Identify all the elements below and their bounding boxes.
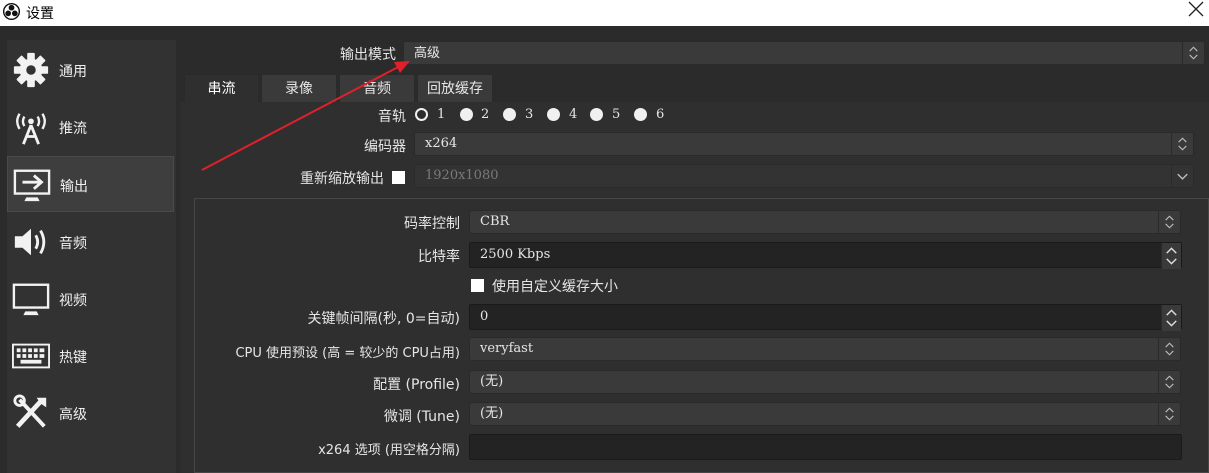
audio-track-radio-4[interactable] [547,108,560,121]
sidebar-item-label: 高级 [59,407,87,423]
updown-arrow-icon [1171,133,1187,155]
audio-track-option: 1 [437,107,446,122]
tune-select[interactable]: (无) [469,402,1181,426]
rate-control-label: 码率控制 [404,216,460,232]
settings-window: 通用 推流 输出 音频 视频 热键 高级 输出模式 高级 串流 录像 音频 回放… [0,26,1209,473]
profile-select[interactable]: (无) [469,370,1181,394]
audio-track-option: 2 [481,107,490,122]
updown-arrow-icon [1158,403,1174,425]
bitrate-spinbox[interactable]: 2500 Kbps [469,242,1182,269]
encoder-settings-group [194,198,1209,473]
obs-logo-icon [2,2,21,21]
speaker-icon [14,228,46,256]
rescale-resolution-select[interactable]: 1920x1080 [414,164,1194,188]
title-bar: 设置 [0,0,1209,26]
tab-replay-buffer[interactable]: 回放缓存 [417,74,493,102]
gear-icon [13,52,49,88]
sidebar-item-video[interactable]: 视频 [7,271,174,327]
updown-arrow-icon [1158,338,1174,360]
audio-track-radio-5[interactable] [590,108,603,121]
sidebar-item-general[interactable]: 通用 [7,42,174,98]
encoder-value: x264 [425,136,458,151]
updown-arrow-icon [1158,211,1174,233]
tune-value: (无) [480,406,504,421]
keyframe-spinbox[interactable]: 0 [469,304,1182,331]
output-mode-select[interactable]: 高级 [403,41,1205,65]
profile-value: (无) [480,374,504,389]
sidebar-item-advanced[interactable]: 高级 [7,385,174,441]
custom-buffer-checkbox[interactable] [471,279,484,292]
tune-label: 微调 (Tune) [383,409,460,425]
audio-track-radio-6[interactable] [634,108,647,121]
sidebar-item-label: 输出 [60,179,88,195]
sidebar-item-output[interactable]: 输出 [7,156,174,212]
cpu-preset-value: veryfast [480,341,534,356]
encoder-select[interactable]: x264 [414,132,1194,156]
sidebar-item-stream[interactable]: 推流 [7,99,174,155]
window-title: 设置 [26,6,54,22]
x264-options-input[interactable] [469,434,1182,460]
sidebar: 通用 推流 输出 音频 视频 热键 高级 [7,40,176,473]
output-icon [13,169,51,202]
bitrate-value: 2500 Kbps [480,247,551,262]
profile-label: 配置 (Profile) [373,377,460,393]
audio-track-option: 5 [612,107,621,122]
sidebar-item-label: 通用 [59,64,87,80]
spin-arrows-icon[interactable] [1161,305,1181,331]
monitor-icon [12,283,50,316]
sidebar-item-label: 视频 [59,293,87,309]
x264-options-label: x264 选项 (用空格分隔) [318,443,460,458]
chevron-down-icon [1171,165,1188,187]
keyframe-value: 0 [480,309,489,324]
cpu-preset-select[interactable]: veryfast [469,337,1181,361]
keyframe-label: 关键帧间隔(秒, 0=自动) [307,311,460,327]
rate-control-value: CBR [480,214,510,229]
sidebar-item-label: 推流 [59,121,87,137]
sidebar-item-label: 热键 [59,350,87,366]
updown-arrow-icon [1158,371,1174,393]
cpu-preset-label: CPU 使用预设 (高 = 较少的 CPU占用) [235,346,460,361]
broadcast-icon [16,113,46,145]
bitrate-label: 比特率 [418,249,460,265]
audio-track-option: 4 [569,107,578,122]
spin-arrows-icon[interactable] [1161,243,1181,269]
updown-arrow-icon [1182,42,1198,64]
sidebar-item-audio[interactable]: 音频 [7,214,174,270]
sidebar-item-hotkeys[interactable]: 热键 [7,328,174,384]
close-icon[interactable] [1187,0,1205,18]
rate-control-select[interactable]: CBR [469,210,1181,234]
custom-buffer-label: 使用自定义缓存大小 [492,279,618,295]
audio-track-radio-3[interactable] [503,108,516,121]
rescale-value: 1920x1080 [425,168,499,183]
sidebar-item-label: 音频 [59,236,87,252]
tools-icon [13,394,47,428]
annotation-arrow [201,61,410,171]
audio-track-option: 6 [656,107,665,122]
keyboard-icon [12,343,50,369]
audio-track-radio-2[interactable] [460,108,473,121]
audio-track-option: 3 [525,107,534,122]
